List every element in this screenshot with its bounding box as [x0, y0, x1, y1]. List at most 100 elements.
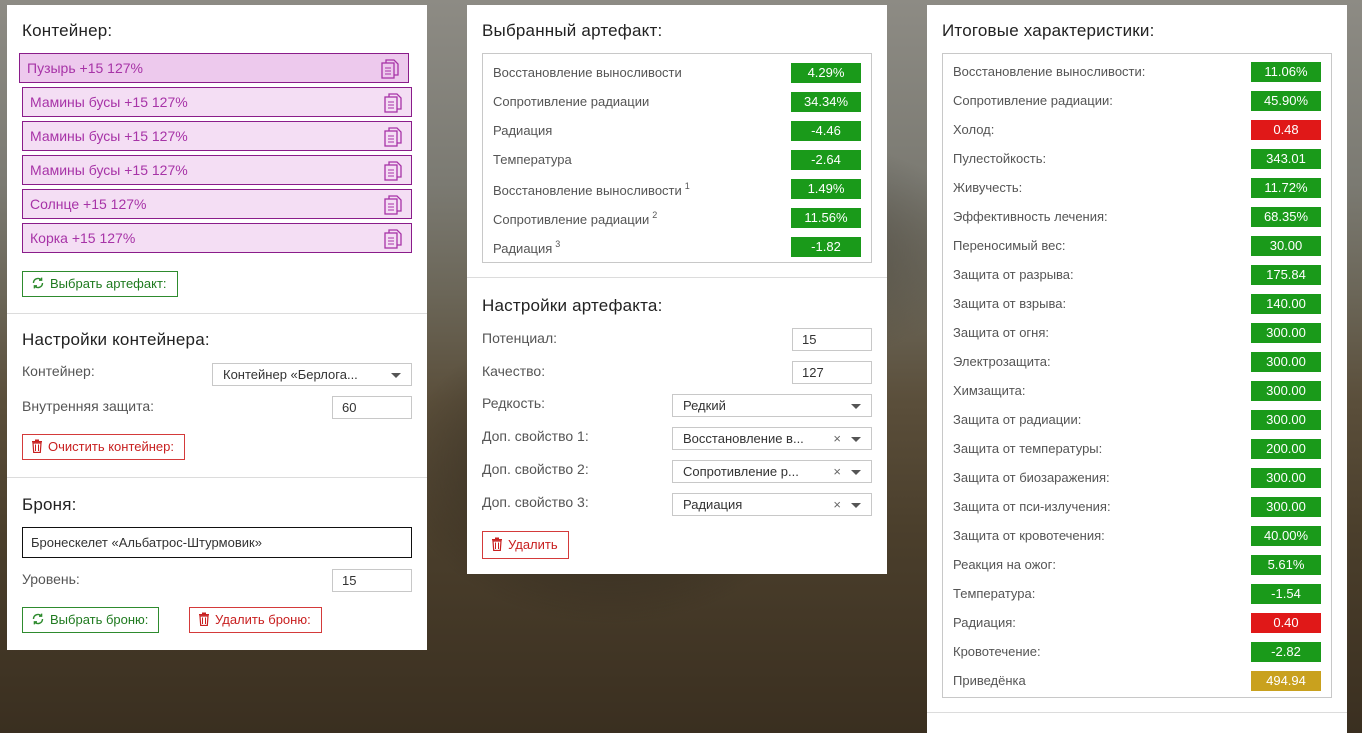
total-stat-name: Защита от температуры:: [953, 441, 1103, 456]
copy-icon[interactable]: [380, 58, 400, 80]
armor-title: Броня:: [22, 495, 77, 514]
refresh-icon: [32, 613, 44, 625]
container-item-label: Солнце +15 127%: [30, 196, 147, 212]
select-artifact-button[interactable]: Выбрать артефакт:: [22, 271, 178, 297]
chevron-down-icon: [851, 437, 861, 442]
artifact-stats-box: Восстановление выносливости 4.29% Сопротив…: [482, 53, 872, 263]
total-stat-name: Защита от биозаражения:: [953, 470, 1110, 485]
trash-icon: [492, 537, 502, 552]
total-stat-name: Защита от радиации:: [953, 412, 1082, 427]
container-select-value: Контейнер «Берлога...: [223, 367, 358, 382]
artifact-stat-name: Температура: [493, 152, 572, 167]
total-stat-value: 0.40: [1251, 613, 1321, 633]
copy-icon[interactable]: [383, 194, 403, 216]
totals-panel: Итоговые характеристики: Восстановление …: [927, 5, 1347, 733]
level-label: Уровень:: [22, 571, 80, 587]
artifact-stat-label: Восстановление выносливости: [493, 183, 682, 198]
total-stat-value: 300.00: [1251, 410, 1321, 430]
extra1-label: Доп. свойство 1:: [482, 428, 589, 444]
container-item[interactable]: Солнце +15 127%: [22, 189, 412, 219]
total-stat-value: 300.00: [1251, 468, 1321, 488]
copy-icon[interactable]: [383, 160, 403, 182]
total-stat-value: 200.00: [1251, 439, 1321, 459]
container-title: Контейнер:: [22, 21, 113, 40]
artifact-stat-footnote: 1: [684, 181, 690, 191]
quality-input[interactable]: 127: [792, 361, 872, 384]
rarity-select[interactable]: Редкий: [672, 394, 872, 417]
container-item[interactable]: Мамины бусы +15 127%: [22, 155, 412, 185]
delete-armor-button[interactable]: Удалить броню:: [189, 607, 322, 633]
container-item[interactable]: Мамины бусы +15 127%: [22, 121, 412, 151]
artifact-stat-label: Радиация: [493, 241, 553, 256]
refresh-icon: [32, 277, 44, 289]
total-stat-value: 175.84: [1251, 265, 1321, 285]
total-stat-name: Температура:: [953, 586, 1036, 601]
extra3-select[interactable]: Радиация ×: [672, 493, 872, 516]
artifact-stat-name: Восстановление выносливости: [493, 65, 682, 80]
total-stat-value: 300.00: [1251, 323, 1321, 343]
artifact-stat-name: Сопротивление радиации 2: [493, 210, 657, 227]
artifact-stat-label: Радиация: [493, 123, 553, 138]
chevron-down-icon: [851, 470, 861, 475]
total-stat-value: 0.48: [1251, 120, 1321, 140]
container-item-label: Мамины бусы +15 127%: [30, 94, 188, 110]
delete-armor-label: Удалить броню:: [215, 612, 311, 627]
rarity-select-value: Редкий: [683, 398, 726, 413]
delete-artifact-button[interactable]: Удалить: [482, 531, 569, 559]
clear-icon[interactable]: ×: [833, 428, 841, 449]
artifact-stat-label: Температура: [493, 152, 572, 167]
artifact-title: Выбранный артефакт:: [482, 21, 663, 40]
copy-icon[interactable]: [383, 228, 403, 250]
total-stat-value: -1.54: [1251, 584, 1321, 604]
artifact-stat-footnote: 2: [652, 210, 658, 220]
select-armor-button[interactable]: Выбрать броню:: [22, 607, 160, 633]
container-settings-title: Настройки контейнера:: [22, 330, 210, 349]
extra2-select[interactable]: Сопротивление р... ×: [672, 460, 872, 483]
artifact-panel: Выбранный артефакт: Восстановление вынос…: [467, 5, 887, 574]
armor-field[interactable]: Бронескелет «Альбатрос-Штурмовик»: [22, 527, 412, 558]
rarity-label: Редкость:: [482, 395, 546, 411]
artifact-stat-value: -4.46: [791, 121, 861, 141]
trash-icon: [199, 612, 209, 627]
artifact-stat-label: Восстановление выносливости: [493, 65, 682, 80]
total-stat-name: Радиация:: [953, 615, 1016, 630]
total-stat-name: Реакция на ожог:: [953, 557, 1056, 572]
clear-icon[interactable]: ×: [833, 494, 841, 515]
total-stat-name: Пулестойкость:: [953, 151, 1047, 166]
artifact-stat-name: Восстановление выносливости 1: [493, 181, 690, 198]
container-item-label: Мамины бусы +15 127%: [30, 162, 188, 178]
total-stat-name: Эффективность лечения:: [953, 209, 1108, 224]
container-item[interactable]: Мамины бусы +15 127%: [22, 87, 412, 117]
inner-protection-label: Внутренняя защита:: [22, 398, 155, 414]
clear-container-label: Очистить контейнер:: [48, 439, 174, 454]
total-stat-name: Защита от разрыва:: [953, 267, 1074, 282]
total-stat-name: Электрозащита:: [953, 354, 1051, 369]
potential-input[interactable]: 15: [792, 328, 872, 351]
copy-icon[interactable]: [383, 92, 403, 114]
container-item-label: Корка +15 127%: [30, 230, 136, 246]
chevron-down-icon: [851, 404, 861, 409]
artifact-stat-value: 4.29%: [791, 63, 861, 83]
inner-protection-input[interactable]: 60: [332, 396, 412, 419]
artifact-stat-value: 11.56%: [791, 208, 861, 228]
container-item-label: Пузырь +15 127%: [27, 60, 143, 76]
clear-container-button[interactable]: Очистить контейнер:: [22, 434, 185, 460]
total-stat-value: 343.01: [1251, 149, 1321, 169]
container-item[interactable]: Пузырь +15 127%: [19, 53, 409, 83]
total-stat-name: Защита от огня:: [953, 325, 1050, 340]
level-input[interactable]: 15: [332, 569, 412, 592]
total-stat-value: 300.00: [1251, 497, 1321, 517]
total-stat-name: Переносимый вес:: [953, 238, 1066, 253]
total-stat-value: 45.90%: [1251, 91, 1321, 111]
clear-icon[interactable]: ×: [833, 461, 841, 482]
container-select[interactable]: Контейнер «Берлога...: [212, 363, 412, 386]
extra1-select[interactable]: Восстановление в... ×: [672, 427, 872, 450]
artifact-stat-name: Сопротивление радиации: [493, 94, 649, 109]
total-stat-name: Химзащита:: [953, 383, 1026, 398]
extra3-label: Доп. свойство 3:: [482, 494, 589, 510]
copy-icon[interactable]: [383, 126, 403, 148]
artifact-stat-footnote: 3: [555, 239, 561, 249]
artifact-stat-value: 34.34%: [791, 92, 861, 112]
container-item[interactable]: Корка +15 127%: [22, 223, 412, 253]
container-label: Контейнер:: [22, 363, 95, 379]
